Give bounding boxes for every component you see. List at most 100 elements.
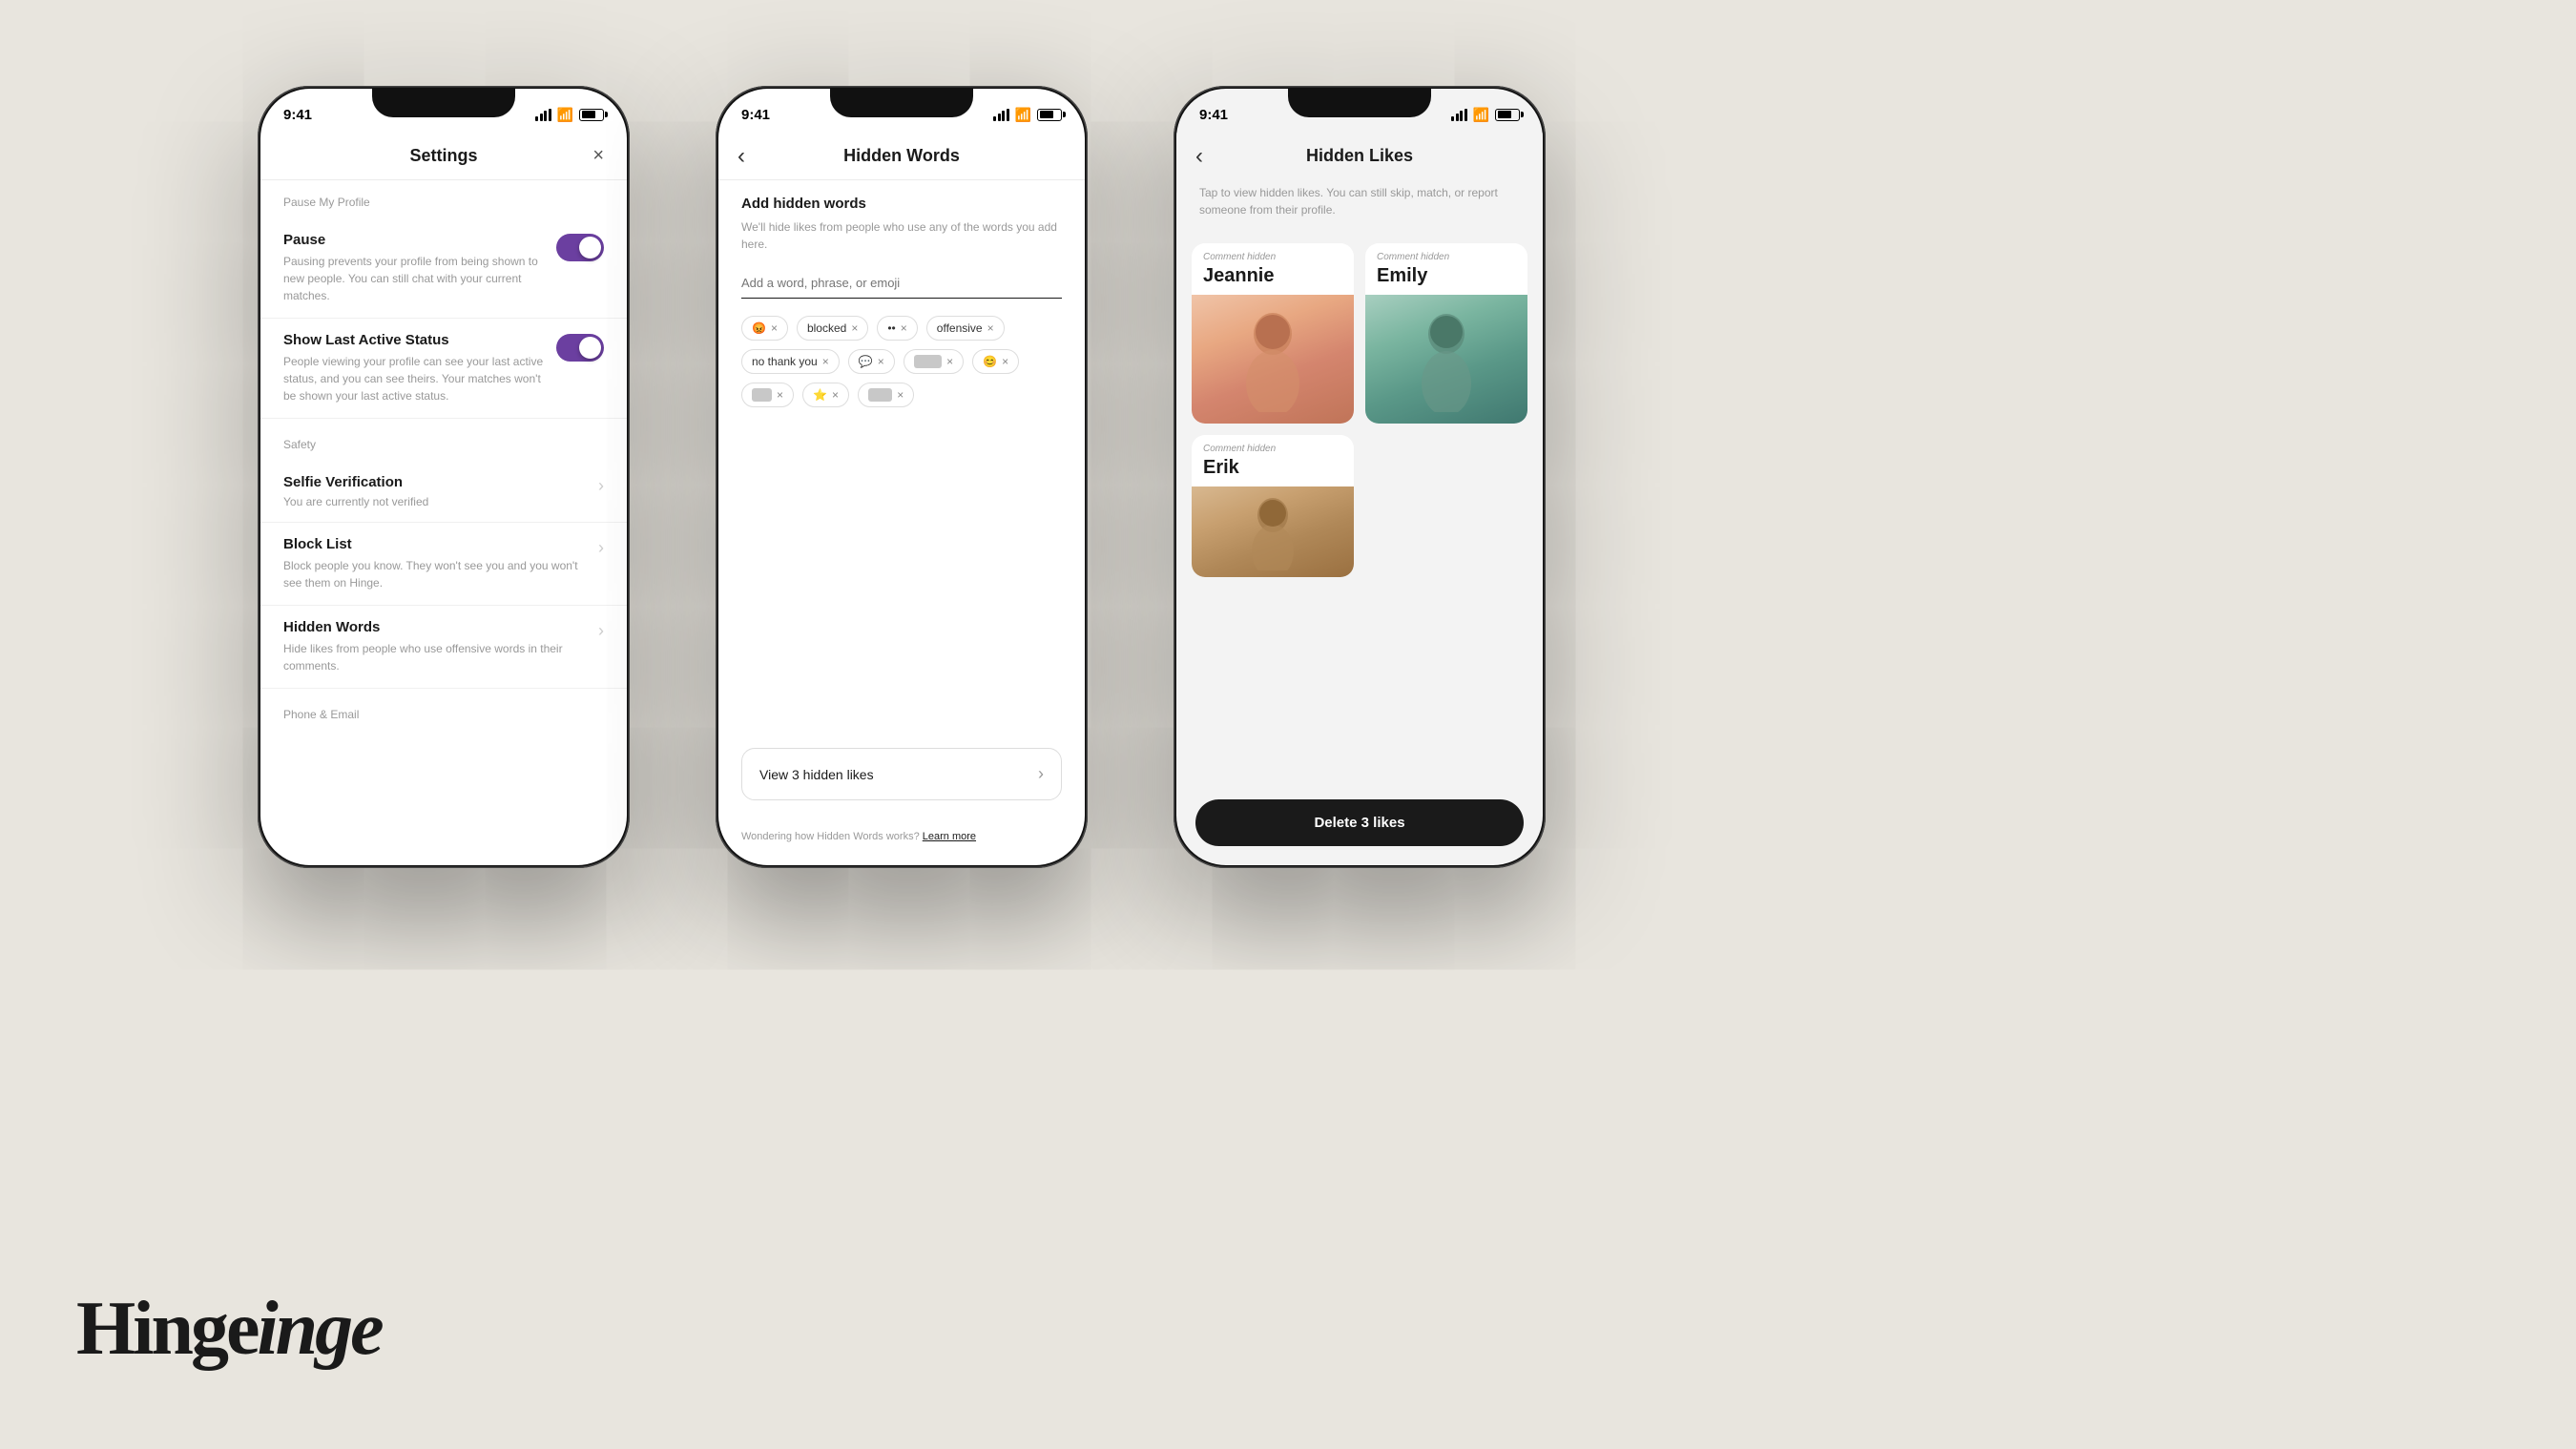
erik-comment-label: Comment hidden — [1192, 435, 1354, 457]
chip-no-thank-you[interactable]: no thank you × — [741, 349, 840, 374]
hidden-words-title: Hidden Words — [283, 619, 598, 635]
jeannie-card[interactable]: Comment hidden Jeannie — [1192, 243, 1354, 424]
view-likes-button[interactable]: View 3 hidden likes › — [741, 748, 1062, 800]
emily-card[interactable]: Comment hidden Emily — [1365, 243, 1527, 424]
chip-offensive[interactable]: offensive × — [926, 316, 1005, 341]
view-likes-label: View 3 hidden likes — [759, 767, 874, 782]
block-list-item[interactable]: Block List Block people you know. They w… — [260, 523, 627, 606]
jeannie-comment-label: Comment hidden — [1192, 243, 1354, 265]
selfie-verification-title: Selfie Verification — [283, 474, 598, 490]
status-time: 9:41 — [283, 107, 312, 123]
emily-photo — [1365, 295, 1527, 424]
erik-photo — [1192, 486, 1354, 577]
status-time-2: 9:41 — [741, 107, 770, 123]
phone-hidden-likes: 9:41 📶 ‹ Hi — [1174, 86, 1546, 868]
emily-silhouette — [1408, 307, 1485, 412]
signal-icon-3 — [1451, 109, 1467, 121]
erik-silhouette — [1242, 494, 1304, 570]
last-active-toggle[interactable] — [556, 334, 604, 362]
delete-likes-button[interactable]: Delete 3 likes — [1195, 799, 1524, 846]
hinge-logo: Hingeinge — [76, 1286, 382, 1373]
selfie-verification-item[interactable]: Selfie Verification You are currently no… — [260, 461, 627, 523]
chip-x-6[interactable]: × — [878, 355, 884, 368]
notch-3 — [1288, 89, 1431, 117]
emily-name: Emily — [1365, 265, 1527, 295]
back-button-2[interactable]: ‹ — [737, 143, 745, 170]
chip-blurred-3[interactable]: •••••• × — [858, 383, 914, 407]
hidden-words-chevron-icon: › — [598, 621, 604, 641]
chip-x-11[interactable]: × — [897, 388, 904, 402]
chip-angry-emoji[interactable]: 😡 × — [741, 316, 788, 341]
signal-icon-2 — [993, 109, 1009, 121]
add-hidden-title: Add hidden words — [741, 196, 1062, 212]
pause-desc: Pausing prevents your profile from being… — [283, 253, 545, 304]
learn-more-link[interactable]: Learn more — [923, 831, 976, 842]
chip-blocked-text: blocked — [807, 321, 846, 335]
jeannie-name: Jeannie — [1192, 265, 1354, 295]
back-button-3[interactable]: ‹ — [1195, 143, 1203, 170]
block-list-chevron-icon: › — [598, 538, 604, 558]
selfie-chevron-icon: › — [598, 476, 604, 496]
last-active-desc: People viewing your profile can see your… — [283, 353, 545, 404]
battery-icon — [579, 109, 604, 121]
chip-yellow-emoji[interactable]: ⭐ × — [802, 383, 849, 407]
pause-toggle[interactable] — [556, 234, 604, 261]
status-time-3: 9:41 — [1199, 107, 1228, 123]
settings-title: Settings — [409, 146, 477, 166]
notch — [372, 89, 515, 117]
wondering-section: Wondering how Hidden Words works? Learn … — [741, 831, 976, 842]
word-input[interactable] — [741, 268, 1062, 299]
erik-card[interactable]: Comment hidden Erik — [1192, 435, 1354, 577]
chip-x-2[interactable]: × — [851, 321, 858, 335]
chip-x-9[interactable]: × — [777, 388, 783, 402]
notch-2 — [830, 89, 973, 117]
chip-x-1[interactable]: × — [771, 321, 778, 335]
section-label-phone-email: Phone & Email — [260, 689, 627, 731]
last-active-title: Show Last Active Status — [283, 332, 545, 348]
pause-title: Pause — [283, 232, 545, 248]
view-likes-chevron-icon: › — [1038, 764, 1044, 784]
chip-x-10[interactable]: × — [832, 388, 839, 402]
battery-icon-3 — [1495, 109, 1520, 121]
delete-likes-label: Delete 3 likes — [1314, 815, 1404, 831]
chip-dots[interactable]: •• × — [877, 316, 917, 341]
block-list-desc: Block people you know. They won't see yo… — [283, 557, 598, 591]
emily-comment-label: Comment hidden — [1365, 243, 1527, 265]
hidden-words-screen-title: Hidden Words — [843, 146, 960, 166]
hidden-words-desc: Hide likes from people who use offensive… — [283, 640, 598, 674]
settings-header: Settings × — [260, 133, 627, 180]
settings-content: Pause My Profile Pause Pausing prevents … — [260, 176, 627, 865]
erik-name: Erik — [1192, 457, 1354, 486]
last-active-setting[interactable]: Show Last Active Status People viewing y… — [260, 319, 627, 419]
battery-icon-2 — [1037, 109, 1062, 121]
chip-blurred-1[interactable]: ••••••• × — [904, 349, 964, 374]
jeannie-silhouette — [1235, 307, 1311, 412]
chip-blurred-2[interactable]: ••••• × — [741, 383, 794, 407]
phone-hidden-words: 9:41 📶 ‹ Hi — [716, 86, 1088, 868]
section-label-pause: Pause My Profile — [260, 176, 627, 218]
selfie-verification-desc: You are currently not verified — [283, 495, 598, 508]
jeannie-photo — [1192, 295, 1354, 424]
signal-icon — [535, 109, 551, 121]
chip-x-3[interactable]: × — [901, 321, 907, 335]
chip-x-7[interactable]: × — [946, 355, 953, 368]
hidden-words-content: Add hidden words We'll hide likes from p… — [718, 176, 1085, 865]
add-hidden-desc: We'll hide likes from people who use any… — [741, 218, 1062, 253]
chip-blocked[interactable]: blocked × — [797, 316, 868, 341]
close-button[interactable]: × — [592, 145, 604, 167]
pause-setting[interactable]: Pause Pausing prevents your profile from… — [260, 218, 627, 319]
hidden-likes-screen-title: Hidden Likes — [1306, 146, 1413, 166]
wondering-text: Wondering how Hidden Words works? — [741, 831, 920, 842]
chip-x-4[interactable]: × — [987, 321, 994, 335]
hidden-words-item[interactable]: Hidden Words Hide likes from people who … — [260, 606, 627, 689]
likes-grid: Comment hidden Jeannie Comment hidden — [1192, 243, 1527, 577]
block-list-title: Block List — [283, 536, 598, 552]
wifi-icon-3: 📶 — [1473, 107, 1489, 123]
chip-x-5[interactable]: × — [822, 355, 829, 368]
chip-star-emoji[interactable]: 😊 × — [972, 349, 1019, 374]
phone-settings: 9:41 📶 Settings — [258, 86, 630, 868]
chip-x-8[interactable]: × — [1002, 355, 1008, 368]
chip-chat-emoji[interactable]: 💬 × — [848, 349, 895, 374]
wifi-icon-2: 📶 — [1015, 107, 1031, 123]
wifi-icon: 📶 — [557, 107, 573, 123]
